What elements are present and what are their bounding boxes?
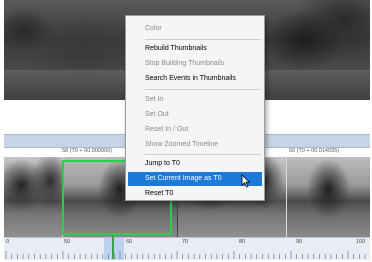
menu-item-set-in[interactable]: Set In	[126, 93, 264, 107]
ruler-number: 70	[182, 239, 189, 245]
mouse-cursor-icon	[241, 174, 251, 188]
menu-item-set-out[interactable]: Set Out	[126, 108, 264, 122]
frame-label: 58 (T0 + 00.000000)	[62, 148, 112, 154]
ruler-number: 90	[296, 239, 303, 245]
ruler-number: 80	[239, 239, 246, 245]
menu-item-stop-building-thumbnails[interactable]: Stop Building Thumbnails	[126, 57, 264, 71]
frame-label: 60 (T0 + 00.014035)	[289, 148, 339, 154]
menu-item-reset-t0[interactable]: Reset T0	[126, 187, 264, 201]
ruler-number: 50	[64, 239, 71, 245]
menu-separator	[145, 154, 261, 155]
menu-item-color[interactable]: Color	[126, 22, 264, 36]
menu-separator	[145, 89, 261, 90]
menu-item-rebuild-thumbnails[interactable]: Rebuild Thumbnails	[126, 42, 264, 56]
ruler-number: 100	[356, 239, 366, 245]
menu-item-search-events[interactable]: Search Events in Thumbnails	[126, 72, 264, 86]
thumbnail[interactable]	[287, 157, 370, 237]
menu-item-reset-in-out[interactable]: Reset In / Out	[126, 123, 264, 137]
menu-separator	[145, 39, 261, 40]
ruler-number: 0	[6, 239, 10, 245]
ruler-number: 60	[126, 239, 133, 245]
menu-item-jump-to-t0[interactable]: Jump to T0	[126, 157, 264, 171]
ruler-ticks	[5, 251, 366, 259]
thumbnail[interactable]	[4, 157, 62, 237]
playhead-marker[interactable]	[112, 235, 114, 259]
video-viewer: 58 (T0 + 00.000000) 60 (T0 + 00.014035) …	[0, 0, 372, 262]
timeline-ruler[interactable]: 0 50 60 70 80 90 100	[4, 237, 370, 260]
menu-item-show-zoomed-timeline[interactable]: Show Zoomed Timeline	[126, 138, 264, 152]
